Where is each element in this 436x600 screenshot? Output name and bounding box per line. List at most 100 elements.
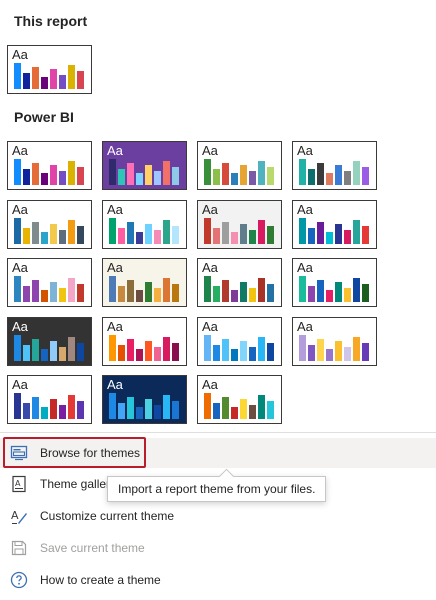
theme-color-swatch [335, 282, 342, 302]
browse-for-themes-item[interactable]: Browse for themes [0, 438, 436, 468]
theme-color-swatch [77, 167, 84, 185]
theme-color-swatch [145, 341, 152, 361]
theme-color-swatches [299, 335, 369, 361]
theme-color-swatch [258, 278, 265, 302]
theme-tile[interactable]: Aa [102, 317, 187, 366]
power-bi-heading: Power BI [14, 109, 74, 125]
theme-tile[interactable]: Aa [7, 375, 92, 424]
theme-color-swatch [204, 335, 211, 361]
theme-tile[interactable]: Aa [292, 317, 377, 366]
theme-color-swatches [109, 335, 179, 361]
theme-color-swatch [154, 288, 161, 302]
theme-tile[interactable]: Aa [7, 200, 92, 249]
theme-tile[interactable]: Aa [7, 141, 92, 190]
theme-color-swatches [109, 393, 179, 419]
theme-sample-text: Aa [107, 202, 123, 217]
browse-for-themes-label: Browse for themes [40, 446, 141, 460]
theme-color-swatch [77, 71, 84, 89]
theme-color-swatch [335, 165, 342, 185]
save-current-theme-item: Save current theme [0, 533, 436, 563]
theme-sample-text: Aa [202, 143, 218, 158]
theme-color-swatch [204, 276, 211, 302]
tooltip-text: Import a report theme from your files. [118, 482, 316, 496]
theme-color-swatch [68, 220, 75, 244]
theme-color-swatch [326, 349, 333, 361]
theme-color-swatch [308, 345, 315, 361]
theme-color-swatches [14, 335, 84, 361]
customize-current-theme-item[interactable]: A Customize current theme [0, 501, 436, 531]
theme-color-swatch [23, 73, 30, 89]
theme-color-swatch [249, 405, 256, 419]
theme-tile[interactable]: Aa [102, 141, 187, 190]
theme-color-swatch [14, 393, 21, 419]
theme-sample-text: Aa [12, 202, 28, 217]
theme-tile[interactable]: Aa [102, 200, 187, 249]
theme-color-swatch [50, 69, 57, 89]
theme-tile[interactable]: Aa [197, 200, 282, 249]
theme-color-swatch [267, 343, 274, 361]
theme-tile[interactable]: Aa [7, 45, 92, 94]
theme-color-swatch [59, 75, 66, 89]
theme-color-swatch [14, 276, 21, 302]
theme-sample-text: Aa [12, 143, 28, 158]
theme-color-swatch [258, 161, 265, 185]
theme-color-swatch [353, 220, 360, 244]
theme-color-swatches [14, 393, 84, 419]
theme-sample-text: Aa [297, 202, 313, 217]
theme-color-swatch [50, 165, 57, 185]
theme-color-swatch [145, 399, 152, 419]
theme-tile[interactable]: Aa [197, 141, 282, 190]
theme-color-swatch [118, 169, 125, 185]
theme-sample-text: Aa [12, 260, 28, 275]
theme-tile[interactable]: Aa [102, 258, 187, 307]
theme-color-swatch [118, 345, 125, 361]
theme-tile[interactable]: Aa [292, 141, 377, 190]
theme-color-swatch [127, 222, 134, 244]
customize-theme-icon: A [9, 506, 29, 526]
theme-color-swatches [204, 159, 274, 185]
theme-sample-text: Aa [12, 319, 28, 334]
theme-color-swatch [317, 280, 324, 302]
menu-divider [0, 432, 436, 433]
theme-color-swatch [14, 159, 21, 185]
how-to-create-theme-item[interactable]: How to create a theme [0, 565, 436, 595]
theme-color-swatch [136, 349, 143, 361]
theme-color-swatch [14, 335, 21, 361]
theme-tile[interactable]: Aa [197, 375, 282, 424]
theme-color-swatches [204, 335, 274, 361]
theme-color-swatch [14, 63, 21, 89]
theme-color-swatch [154, 171, 161, 185]
theme-color-swatch [335, 224, 342, 244]
theme-color-swatch [249, 347, 256, 361]
theme-color-swatch [32, 222, 39, 244]
theme-tile[interactable]: Aa [197, 317, 282, 366]
theme-tile[interactable]: Aa [7, 317, 92, 366]
theme-color-swatch [68, 65, 75, 89]
theme-color-swatch [308, 286, 315, 302]
theme-color-swatch [172, 167, 179, 185]
theme-color-swatch [50, 282, 57, 302]
theme-color-swatch [308, 169, 315, 185]
theme-color-swatch [299, 218, 306, 244]
theme-tile[interactable]: Aa [102, 375, 187, 424]
theme-color-swatch [362, 226, 369, 244]
theme-color-swatch [240, 224, 247, 244]
theme-color-swatch [68, 278, 75, 302]
theme-color-swatch [317, 222, 324, 244]
theme-tile[interactable]: Aa [292, 200, 377, 249]
theme-sample-text: Aa [202, 202, 218, 217]
how-to-create-theme-label: How to create a theme [40, 573, 161, 587]
theme-color-swatch [258, 395, 265, 419]
theme-tile[interactable]: Aa [7, 258, 92, 307]
theme-color-swatch [344, 230, 351, 244]
save-icon [9, 538, 29, 558]
theme-tile[interactable]: Aa [292, 258, 377, 307]
theme-color-swatch [127, 280, 134, 302]
svg-text:A: A [15, 479, 21, 488]
theme-tile[interactable]: Aa [197, 258, 282, 307]
theme-color-swatch [222, 397, 229, 419]
theme-color-swatch [326, 290, 333, 302]
theme-color-swatch [109, 276, 116, 302]
theme-color-swatch [118, 228, 125, 244]
theme-color-swatch [231, 290, 238, 302]
